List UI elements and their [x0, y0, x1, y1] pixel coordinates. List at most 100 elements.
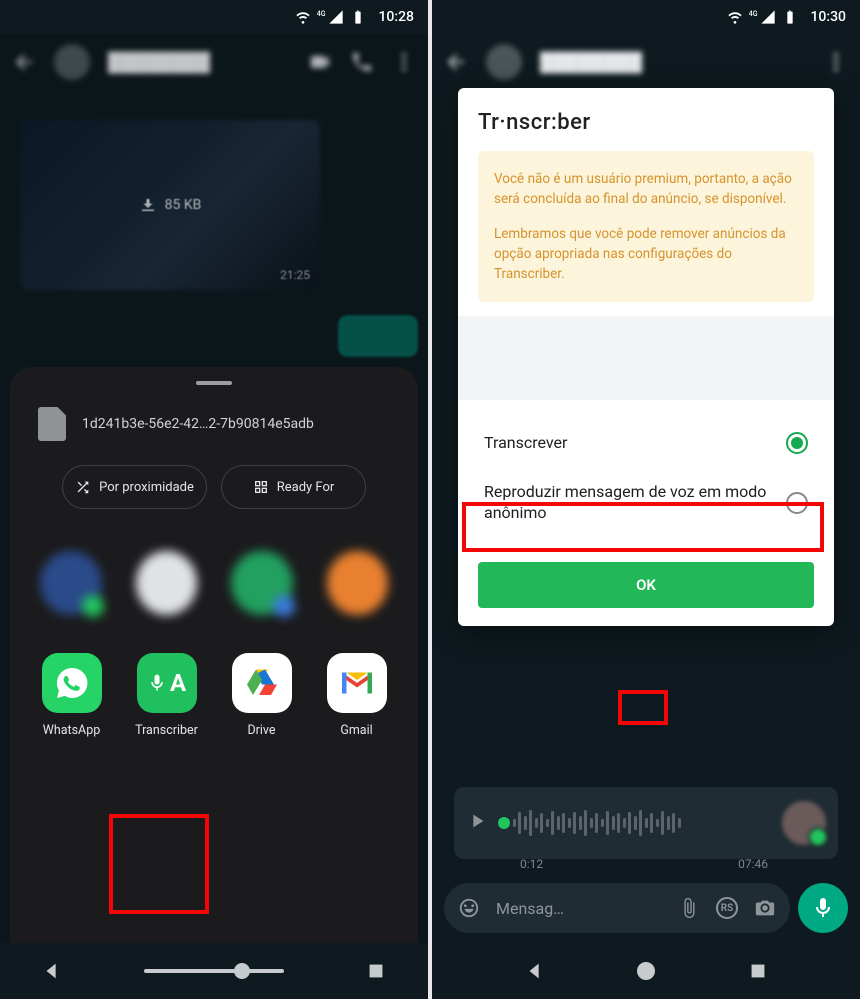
- camera-icon[interactable]: [754, 897, 776, 919]
- readyfor-button[interactable]: Ready For: [221, 465, 366, 509]
- ad-placeholder: [458, 358, 834, 400]
- voice-message[interactable]: [454, 787, 838, 859]
- transcriber-dialog: Tr·nscr:ber Você não é um usuário premiu…: [458, 88, 834, 626]
- contact-item[interactable]: [327, 551, 389, 615]
- ok-label: OK: [636, 576, 656, 594]
- drive-icon: [232, 653, 292, 713]
- message-placeholder: Mensag…: [496, 899, 662, 918]
- radio-selected-icon[interactable]: [786, 432, 808, 454]
- avatar[interactable]: [486, 44, 522, 80]
- app-label: Gmail: [340, 723, 372, 738]
- apps-row: WhatsApp A Transcriber Drive Gmail: [20, 627, 408, 742]
- network-label: 4G: [749, 10, 758, 18]
- input-row: Mensag… RS: [444, 883, 848, 933]
- phone-right: 4G 10:30 ████████ Tr·nscr:ber Você não é…: [432, 0, 860, 999]
- more-icon[interactable]: [392, 50, 416, 74]
- voice-time-current: 0:12: [520, 857, 543, 871]
- chat-content-dimmed: 85 KB 21:25: [0, 90, 428, 370]
- play-button[interactable]: [466, 810, 488, 836]
- shuffle-icon: [75, 479, 91, 495]
- wifi-icon: [295, 9, 311, 25]
- back-icon[interactable]: [444, 50, 468, 74]
- app-drive[interactable]: Drive: [220, 653, 303, 738]
- message-input[interactable]: Mensag… RS: [444, 883, 790, 933]
- app-label: WhatsApp: [43, 723, 101, 738]
- file-icon: [38, 407, 66, 441]
- status-time: 10:30: [810, 9, 846, 25]
- app-label: Transcriber: [135, 723, 198, 738]
- nav-home-slider[interactable]: [144, 969, 284, 973]
- ok-button[interactable]: OK: [478, 562, 814, 608]
- contact-item[interactable]: [136, 551, 198, 615]
- premium-notice: Você não é um usuário premium, portanto,…: [478, 151, 814, 302]
- drag-handle[interactable]: [196, 381, 232, 385]
- app-label: Drive: [247, 723, 275, 738]
- status-bar: 4G 10:28: [0, 0, 428, 34]
- phone-left: 4G 10:28 ████████ 85 KB 21:25 1d241b3e-5…: [0, 0, 428, 999]
- network-label: 4G: [317, 10, 326, 18]
- option-reproduzir[interactable]: Reproduzir mensagem de voz em modo anôni…: [478, 468, 814, 538]
- signal-icon: [328, 9, 344, 25]
- chat-header: ████████: [432, 34, 860, 90]
- contacts-row: [20, 527, 408, 627]
- chat-title: ████████: [540, 52, 642, 73]
- battery-icon: [782, 9, 798, 25]
- videocall-icon[interactable]: [308, 50, 332, 74]
- app-gmail[interactable]: Gmail: [315, 653, 398, 738]
- file-row: 1d241b3e-56e2-42…2-7b90814e5adb: [20, 407, 408, 465]
- image-time: 21:25: [280, 268, 310, 282]
- option-transcrever[interactable]: Transcrever: [478, 418, 814, 468]
- proximity-label: Por proximidade: [99, 480, 194, 495]
- option-label: Transcrever: [484, 433, 786, 454]
- option-label: Reproduzir mensagem de voz em modo anôni…: [484, 482, 786, 524]
- nav-bar: [432, 943, 860, 999]
- nav-bar: [0, 943, 428, 999]
- gmail-icon: [327, 653, 387, 713]
- battery-icon: [350, 9, 366, 25]
- voice-time-total: 07:46: [738, 857, 768, 871]
- nav-home-icon[interactable]: [637, 962, 655, 980]
- file-name: 1d241b3e-56e2-42…2-7b90814e5adb: [82, 416, 314, 432]
- radio-unselected-icon[interactable]: [786, 492, 808, 514]
- mic-button[interactable]: [798, 883, 848, 933]
- call-icon[interactable]: [350, 50, 374, 74]
- dialog-title: Tr·nscr:ber: [478, 110, 814, 135]
- playhead-dot[interactable]: [498, 817, 510, 829]
- sent-message[interactable]: [338, 315, 418, 357]
- transcriber-icon: A: [137, 653, 197, 713]
- readyfor-label: Ready For: [277, 480, 335, 495]
- more-icon[interactable]: [824, 50, 848, 74]
- avatar[interactable]: [54, 44, 90, 80]
- app-whatsapp[interactable]: WhatsApp: [30, 653, 113, 738]
- signal-icon: [760, 9, 776, 25]
- wifi-icon: [727, 9, 743, 25]
- voice-times: 0:12 07:46: [520, 857, 768, 871]
- image-download-overlay[interactable]: 85 KB: [20, 120, 320, 290]
- contact-item[interactable]: [231, 551, 293, 615]
- sender-avatar[interactable]: [782, 801, 826, 845]
- image-size: 85 KB: [165, 197, 202, 213]
- nav-recent-icon[interactable]: [747, 960, 769, 982]
- payment-icon[interactable]: RS: [716, 897, 738, 919]
- back-icon[interactable]: [12, 50, 36, 74]
- ad-placeholder: [458, 316, 834, 358]
- waveform[interactable]: [498, 808, 772, 838]
- download-icon: [139, 196, 157, 214]
- status-time: 10:28: [378, 9, 414, 25]
- status-bar: 4G 10:30: [432, 0, 860, 34]
- nav-back-icon[interactable]: [41, 960, 63, 982]
- grid-icon: [253, 479, 269, 495]
- premium-text-2: Lembramos que você pode remover anúncios…: [494, 224, 798, 285]
- contact-item[interactable]: [40, 551, 102, 615]
- whatsapp-icon: [42, 653, 102, 713]
- emoji-icon[interactable]: [458, 897, 480, 919]
- mic-icon: [811, 896, 835, 920]
- app-transcriber[interactable]: A Transcriber: [125, 653, 208, 738]
- attach-icon[interactable]: [678, 897, 700, 919]
- highlight-ok: [618, 690, 668, 725]
- premium-text-1: Você não é um usuário premium, portanto,…: [494, 169, 798, 210]
- chat-title: ████████: [108, 52, 210, 73]
- nav-back-icon[interactable]: [524, 960, 546, 982]
- nav-recent-icon[interactable]: [365, 960, 387, 982]
- proximity-button[interactable]: Por proximidade: [62, 465, 207, 509]
